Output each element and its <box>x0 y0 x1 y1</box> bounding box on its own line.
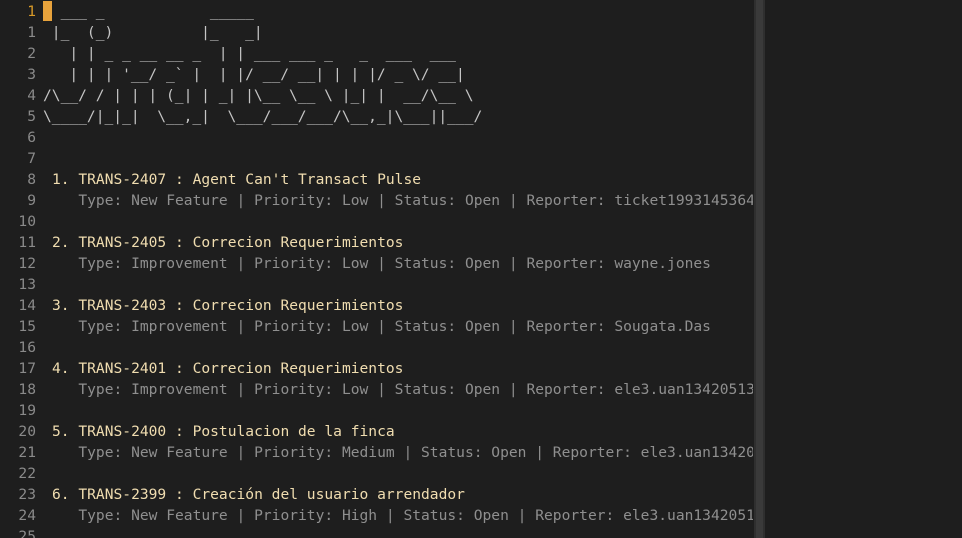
line-number-gutter: 1 1 2 3 4 5 6 7 8 9 10 11 12 13 14 15 16… <box>0 0 40 538</box>
scrollbar-thumb[interactable] <box>756 0 763 538</box>
issue-title: 6. TRANS-2399 : Creación del usuario arr… <box>52 486 465 503</box>
ascii-banner-line: /\__/ / | | | (_| | _| |\__ \__ \ |_| | … <box>43 87 474 104</box>
line-number: 22 <box>18 465 36 482</box>
ascii-banner-line: | | _ _ __ __ _ | | ___ ___ _ _ ___ ___ <box>43 45 456 62</box>
line-number: 14 <box>18 297 36 314</box>
line-number: 2 <box>27 45 36 62</box>
issue-details: Type: New Feature | Priority: High | Sta… <box>52 507 753 524</box>
issue-details: Type: New Feature | Priority: Low | Stat… <box>52 192 753 209</box>
text-editor[interactable]: 1 1 2 3 4 5 6 7 8 9 10 11 12 13 14 15 16… <box>0 0 962 538</box>
ascii-banner-line: | | | '__/ _` | | |/ __/ __| | | |/ _ \/… <box>43 66 465 83</box>
current-line-number: 1 <box>27 3 36 20</box>
issue-title: 5. TRANS-2400 : Postulacion de la finca <box>52 423 395 440</box>
line-number: 25 <box>18 528 36 538</box>
issue-details: Type: Improvement | Priority: Low | Stat… <box>52 318 711 335</box>
line-number: 11 <box>18 234 36 251</box>
editor-text-area[interactable]: ___ _ _____ |_ (_) |_ _| | | _ _ __ __ _… <box>43 0 753 538</box>
line-number: 1 <box>27 24 36 41</box>
line-number: 21 <box>18 444 36 461</box>
line-number: 13 <box>18 276 36 293</box>
issue-details: Type: Improvement | Priority: Low | Stat… <box>52 381 753 398</box>
ascii-banner-line: \____/|_|_| \__,_| \___/___/___/\__,_|\_… <box>43 108 483 125</box>
line-number: 19 <box>18 402 36 419</box>
line-number: 23 <box>18 486 36 503</box>
issue-title: 4. TRANS-2401 : Correcion Requerimientos <box>52 360 404 377</box>
line-number: 7 <box>27 150 36 167</box>
line-number: 5 <box>27 108 36 125</box>
ascii-banner-line: ___ _ _____ <box>43 3 254 20</box>
issue-title: 2. TRANS-2405 : Correcion Requerimientos <box>52 234 404 251</box>
issue-title: 3. TRANS-2403 : Correcion Requerimientos <box>52 297 404 314</box>
line-number: 9 <box>27 192 36 209</box>
empty-pane <box>765 0 962 538</box>
line-number: 10 <box>18 213 36 230</box>
issue-title: 1. TRANS-2407 : Agent Can't Transact Pul… <box>52 171 422 188</box>
line-number: 20 <box>18 423 36 440</box>
issue-details: Type: New Feature | Priority: Medium | S… <box>52 444 753 461</box>
line-number: 18 <box>18 381 36 398</box>
line-number: 16 <box>18 339 36 356</box>
ascii-banner-line: |_ (_) |_ _| <box>43 24 263 41</box>
issue-details: Type: Improvement | Priority: Low | Stat… <box>52 255 711 272</box>
line-number: 8 <box>27 171 36 188</box>
line-number: 15 <box>18 318 36 335</box>
line-number: 3 <box>27 66 36 83</box>
line-number: 12 <box>18 255 36 272</box>
line-number: 4 <box>27 87 36 104</box>
line-number: 6 <box>27 129 36 146</box>
line-number: 17 <box>18 360 36 377</box>
line-number: 24 <box>18 507 36 524</box>
